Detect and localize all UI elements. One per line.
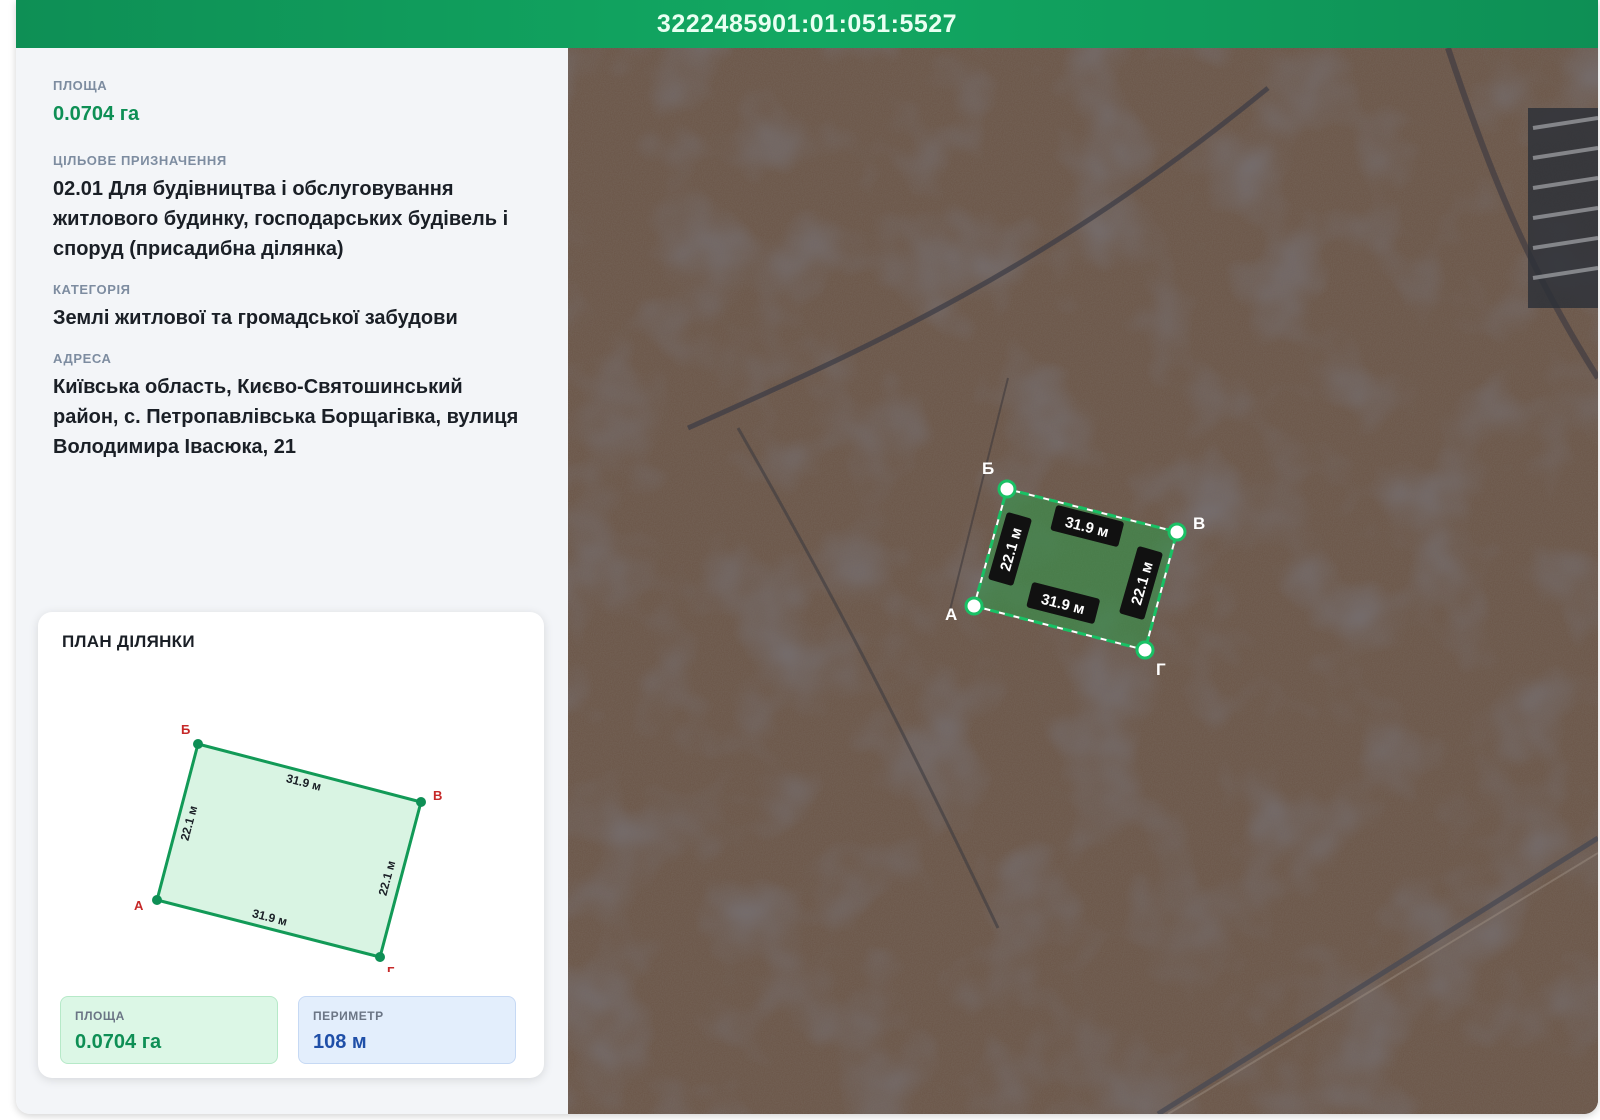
info-panel: ПЛОЩА 0.0704 га ЦІЛЬОВЕ ПРИЗНАЧЕННЯ 02.0… [16, 48, 568, 1114]
purpose-value: 02.01 Для будівництва і обслуговування ж… [53, 178, 509, 260]
satellite-imagery: А Б В Г 31.9 м 31.9 м 22.1 м 22.1 м [568, 48, 1598, 1114]
parcel-info: ПЛОЩА 0.0704 га ЦІЛЬОВЕ ПРИЗНАЧЕННЯ 02.0… [53, 78, 533, 480]
vertex-label-b: Б [181, 722, 190, 737]
header-bar: 3222485901:01:051:5527 [16, 0, 1598, 48]
parcel-plan-diagram: А Б В Г 31.9 м 31.9 м 22.1 м 22.1 м [134, 722, 442, 972]
address-value: Київська область, Києво-Святошинський ра… [53, 376, 519, 458]
vertex-b [193, 739, 203, 749]
vertex-label-a: А [134, 898, 144, 913]
perimeter-stat-label: ПЕРИМЕТР [313, 1009, 384, 1023]
parcel-plan-card: ПЛАН ДІЛЯНКИ А Б В Г 31.9 м 31.9 м 22.1 … [38, 612, 544, 1078]
cadastral-number: 3222485901:01:051:5527 [656, 9, 958, 38]
map-vertex-label-v: В [1193, 514, 1205, 533]
category-label: КАТЕГОРІЯ [53, 282, 131, 297]
vertex-v [416, 797, 426, 807]
vertex-g [375, 952, 385, 962]
map-vertex-label-a: А [945, 605, 957, 624]
area-stat-label: ПЛОЩА [75, 1009, 125, 1023]
perimeter-stat-card: ПЕРИМЕТР 108 м [298, 996, 516, 1064]
area-label: ПЛОЩА [53, 78, 108, 93]
vertex-label-g: Г [387, 964, 395, 972]
app-window: 3222485901:01:051:5527 ПЛОЩА 0.0704 га Ц… [16, 0, 1598, 1114]
category-value: Землі житлової та громадської забудови [53, 307, 458, 329]
map-vertex-b[interactable] [997, 479, 1017, 499]
perimeter-stat-value: 108 м [313, 1031, 367, 1053]
area-value: 0.0704 га [53, 103, 140, 125]
map-vertex-v[interactable] [1167, 522, 1187, 542]
address-label: АДРЕСА [53, 351, 112, 366]
map-vertex-label-g: Г [1156, 660, 1166, 679]
area-stat-card: ПЛОЩА 0.0704 га [60, 996, 278, 1064]
vertex-a [152, 895, 162, 905]
map-vertex-g[interactable] [1135, 640, 1155, 660]
map-vertex-a[interactable] [964, 596, 984, 616]
purpose-label: ЦІЛЬОВЕ ПРИЗНАЧЕННЯ [53, 153, 227, 168]
vertex-label-v: В [433, 788, 442, 803]
satellite-map[interactable]: А Б В Г 31.9 м 31.9 м 22.1 м 22.1 м [568, 48, 1598, 1114]
map-vertex-label-b: Б [982, 459, 994, 478]
area-stat-value: 0.0704 га [75, 1031, 162, 1053]
plan-title: ПЛАН ДІЛЯНКИ [62, 632, 195, 651]
